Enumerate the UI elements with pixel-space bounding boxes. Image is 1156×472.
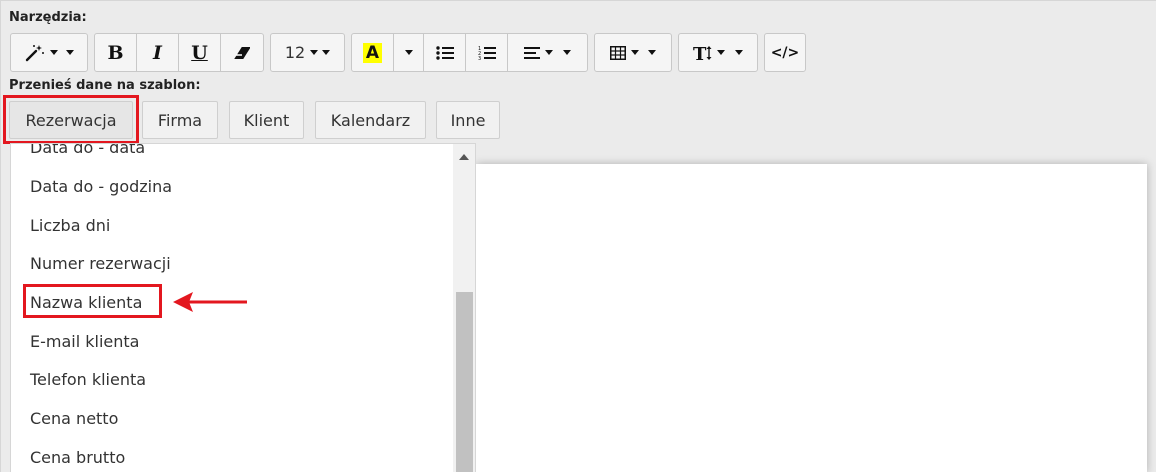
highlight-color-dropdown[interactable] — [394, 34, 424, 71]
list-item[interactable]: Numer rezerwacji — [30, 254, 171, 273]
table-dropdown[interactable] — [595, 34, 671, 71]
scroll-thumb[interactable] — [456, 292, 473, 472]
chevron-down-icon — [717, 50, 725, 55]
red-arrow-icon — [173, 292, 247, 312]
highlight-box-tab — [3, 95, 139, 144]
table-icon — [610, 45, 626, 60]
transfer-label: Przenieś dane na szablon: — [9, 78, 201, 93]
tab-firma[interactable]: Firma — [142, 101, 218, 139]
list-item[interactable]: Cena netto — [30, 409, 118, 428]
editor-canvas[interactable] — [476, 164, 1147, 472]
chevron-down-icon — [322, 50, 331, 55]
table-group — [594, 33, 672, 72]
dropdown-scrollbar[interactable] — [453, 144, 475, 472]
color-list-group: A 1 2 3 — [351, 33, 588, 72]
scroll-up-icon[interactable] — [459, 154, 469, 160]
align-left-icon — [524, 46, 540, 59]
line-height-dropdown[interactable]: T — [679, 34, 757, 71]
list-item[interactable]: Telefon klienta — [30, 370, 146, 389]
chevron-down-icon — [545, 50, 553, 55]
text-format-group: B I U — [94, 33, 264, 72]
highlight-color-button[interactable]: A — [352, 34, 394, 71]
list-item[interactable]: Cena brutto — [30, 448, 125, 467]
italic-button[interactable]: I — [137, 34, 179, 71]
bullet-list-icon — [435, 45, 454, 60]
underline-button[interactable]: U — [179, 34, 221, 71]
list-item[interactable]: Data do - godzina — [30, 177, 172, 196]
code-group: </> — [764, 33, 806, 72]
tab-inne[interactable]: Inne — [436, 101, 500, 139]
chevron-down-icon — [65, 50, 74, 55]
code-view-button[interactable]: </> — [765, 34, 805, 71]
text-height-group: T — [678, 33, 758, 72]
tab-kalendarz[interactable]: Kalendarz — [315, 101, 426, 139]
numbered-list-button[interactable]: 1 2 3 — [466, 34, 508, 71]
chevron-down-icon — [631, 50, 639, 55]
list-item[interactable]: Data do - data — [30, 144, 145, 157]
tab-klient[interactable]: Klient — [229, 101, 304, 139]
magic-style-button[interactable] — [11, 34, 87, 71]
numbered-list-icon: 1 2 3 — [478, 46, 496, 61]
bullet-list-button[interactable] — [424, 34, 466, 71]
font-size-value: 12 — [284, 43, 306, 62]
eraser-icon — [234, 46, 250, 59]
list-item[interactable]: Liczba dni — [30, 216, 110, 235]
font-size-group: 12 — [270, 33, 345, 72]
chevron-down-icon — [404, 50, 413, 55]
font-size-dropdown[interactable]: 12 — [271, 34, 344, 71]
chevron-down-icon — [735, 50, 743, 55]
toolbar-label: Narzędzia: — [9, 10, 87, 25]
svg-text:3: 3 — [478, 56, 481, 61]
editor-panel: Narzędzia: B I U 12 A 1 2 3 T </> Przeni… — [0, 0, 1156, 472]
highlight-box-item — [23, 284, 162, 318]
chevron-down-icon — [49, 50, 58, 55]
style-group — [10, 33, 88, 72]
align-dropdown[interactable] — [508, 34, 587, 71]
list-item[interactable]: E-mail klienta — [30, 332, 139, 351]
svg-text:T: T — [693, 44, 707, 62]
bold-button[interactable]: B — [95, 34, 137, 71]
chevron-down-icon — [648, 50, 656, 55]
highlight-letter: A — [362, 42, 383, 63]
text-height-icon: T — [693, 44, 712, 62]
clear-format-button[interactable] — [221, 34, 263, 71]
chevron-down-icon — [563, 50, 571, 55]
chevron-down-icon — [310, 50, 319, 55]
magic-wand-icon — [25, 44, 44, 61]
